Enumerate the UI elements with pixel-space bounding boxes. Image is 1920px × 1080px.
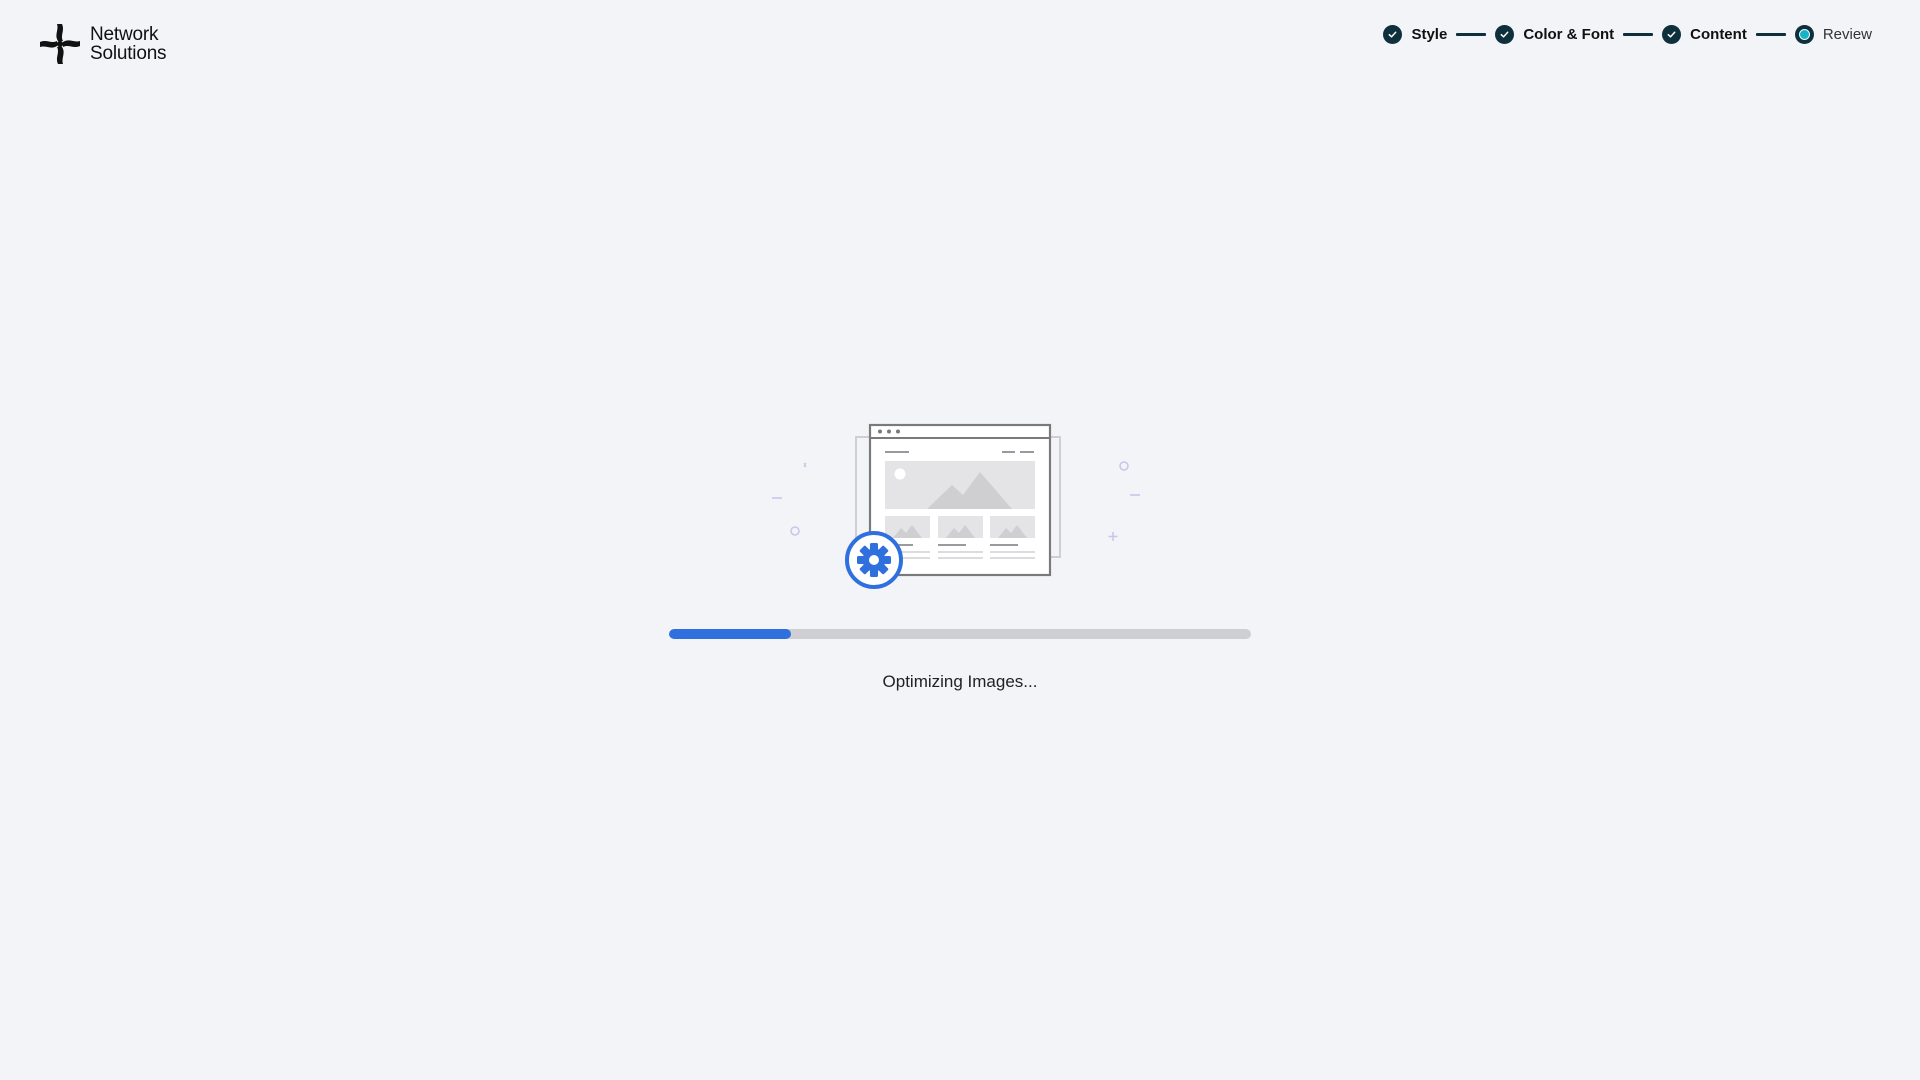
loading-status-text: Optimizing Images... bbox=[882, 672, 1038, 691]
step-style[interactable]: Style bbox=[1383, 24, 1448, 44]
loading-progress-bar bbox=[669, 629, 1251, 639]
step-connector bbox=[1755, 32, 1786, 36]
step-current-marker bbox=[1794, 24, 1814, 44]
brand-logo[interactable]: Network Solutions bbox=[38, 22, 167, 66]
step-connector bbox=[1456, 32, 1487, 36]
step-complete-marker bbox=[1383, 24, 1403, 44]
page: Network Solutions Style Color & Font Con… bbox=[0, 0, 1920, 1080]
brand-name-line2: Solutions bbox=[90, 43, 167, 64]
step-complete-marker bbox=[1495, 24, 1515, 44]
progress-stepper: Style Color & Font Content Review bbox=[1383, 22, 1872, 46]
brand-name-line1: Network bbox=[90, 24, 159, 45]
check-icon bbox=[1500, 31, 1509, 38]
step-review: Review bbox=[1794, 24, 1872, 44]
step-connector bbox=[1623, 32, 1654, 36]
step-label: Content bbox=[1690, 25, 1747, 43]
gear-icon bbox=[845, 531, 903, 589]
step-complete-marker bbox=[1662, 24, 1682, 44]
website-build-illustration bbox=[760, 415, 1160, 595]
step-content[interactable]: Content bbox=[1662, 24, 1747, 44]
check-icon bbox=[1667, 31, 1676, 38]
step-label: Color & Font bbox=[1523, 25, 1615, 43]
brand-name: Network Solutions bbox=[90, 24, 167, 64]
network-solutions-logo-icon bbox=[40, 24, 80, 64]
check-icon bbox=[1389, 31, 1397, 38]
step-label: Style bbox=[1411, 25, 1448, 43]
step-label: Review bbox=[1822, 25, 1872, 43]
loading-progress-fill bbox=[669, 629, 792, 639]
website-mockup-graphic bbox=[772, 423, 1140, 589]
step-color-font[interactable]: Color & Font bbox=[1495, 24, 1615, 44]
